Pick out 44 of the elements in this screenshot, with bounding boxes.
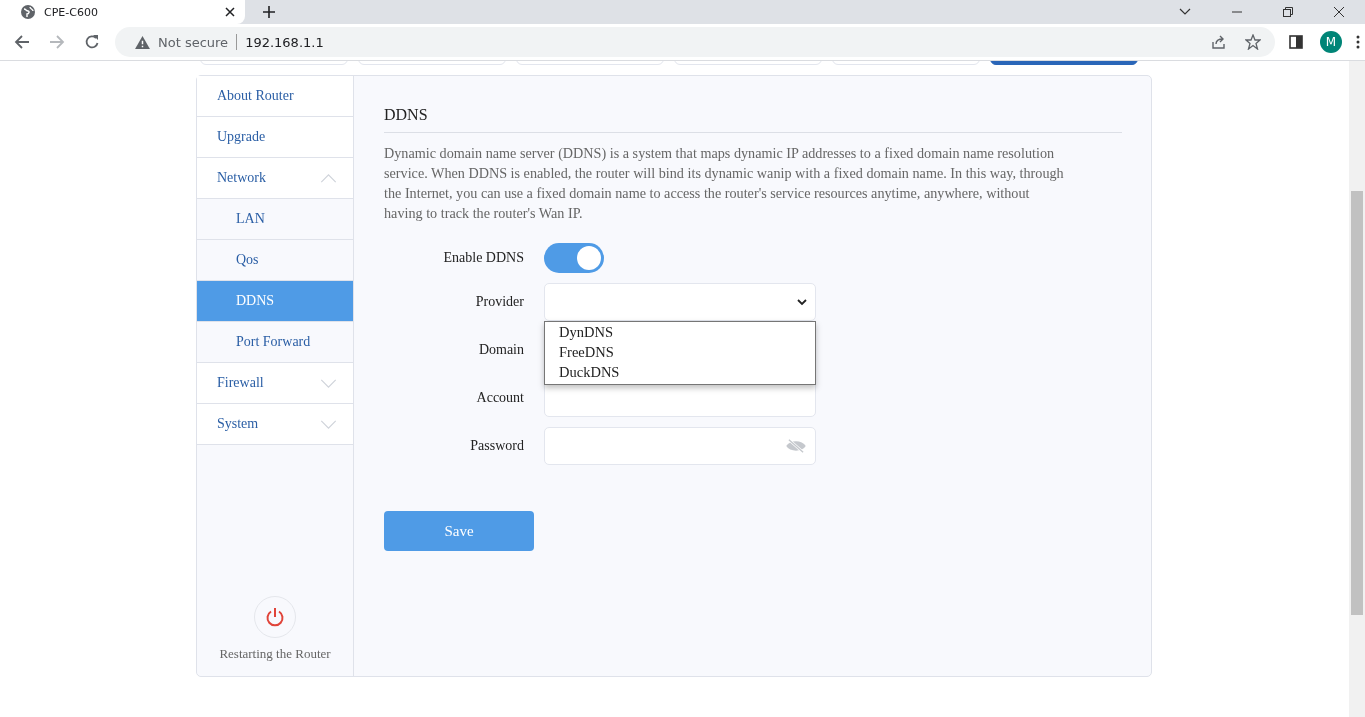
chevron-down-icon xyxy=(797,298,807,306)
star-icon[interactable] xyxy=(1245,34,1261,50)
reload-icon[interactable] xyxy=(84,34,100,50)
chevron-down-icon xyxy=(320,419,337,429)
section-description: Dynamic domain name server (DDNS) is a system that maps dynamic IP addresses to a fixed domain name resolution service. When DDNS is enabled, the router will bind its dynamic wanip with a fixed domain name. In this way, through the Internet, you can use a fixed domain name to access the router's service resources anytime, anywhere, without having to track the router's Wan IP. xyxy=(384,144,1064,223)
sidebar-item[interactable]: Firewall xyxy=(197,363,353,404)
field-label: Enable DDNS xyxy=(442,250,524,266)
close-icon[interactable] xyxy=(1334,7,1344,17)
globe-icon xyxy=(20,4,36,20)
sidebar-item[interactable]: System xyxy=(197,404,353,445)
share-icon[interactable] xyxy=(1211,34,1227,50)
new-tab-icon[interactable] xyxy=(263,6,275,18)
field-label: Password xyxy=(469,438,524,454)
restore-icon[interactable] xyxy=(1283,7,1293,17)
profile-avatar[interactable]: M xyxy=(1320,31,1342,53)
section-title: DDNS xyxy=(384,106,1122,133)
menu-icon[interactable] xyxy=(1356,35,1360,49)
tab-title: CPE-C600 xyxy=(44,5,99,19)
field-label: Account xyxy=(475,390,524,406)
security-label: Not secure xyxy=(158,34,229,50)
chevron-down-icon[interactable] xyxy=(1179,8,1191,16)
sidebar-item[interactable]: About Router xyxy=(197,76,353,117)
sidebar-item[interactable]: Upgrade xyxy=(197,117,353,158)
address-bar[interactable]: Not secure 192.168.1.1 xyxy=(115,27,1275,57)
close-icon[interactable] xyxy=(225,7,235,17)
sidebar-item[interactable]: Network xyxy=(197,158,353,199)
toggle-switch[interactable] xyxy=(544,243,604,273)
field-label: Provider xyxy=(474,294,524,310)
back-icon[interactable] xyxy=(14,34,30,50)
chevron-up-icon xyxy=(320,173,337,183)
scrollbar[interactable] xyxy=(1349,61,1365,717)
chevron-down-icon xyxy=(320,378,337,388)
warning-icon xyxy=(135,35,150,49)
restart-label: Restarting the Router xyxy=(219,646,331,662)
field-label: Domain xyxy=(477,342,524,358)
restart-button[interactable] xyxy=(254,596,296,638)
url-text: 192.168.1.1 xyxy=(245,34,324,50)
dropdown-option[interactable]: DynDNS xyxy=(545,322,815,342)
side-panel-icon[interactable] xyxy=(1289,35,1303,49)
dropdown-option[interactable]: FreeDNS xyxy=(545,342,815,362)
power-icon xyxy=(265,607,285,627)
password-field[interactable] xyxy=(544,427,816,465)
dropdown-option[interactable]: DuckDNS xyxy=(545,362,815,382)
browser-tab[interactable]: CPE-C600 xyxy=(0,0,245,24)
